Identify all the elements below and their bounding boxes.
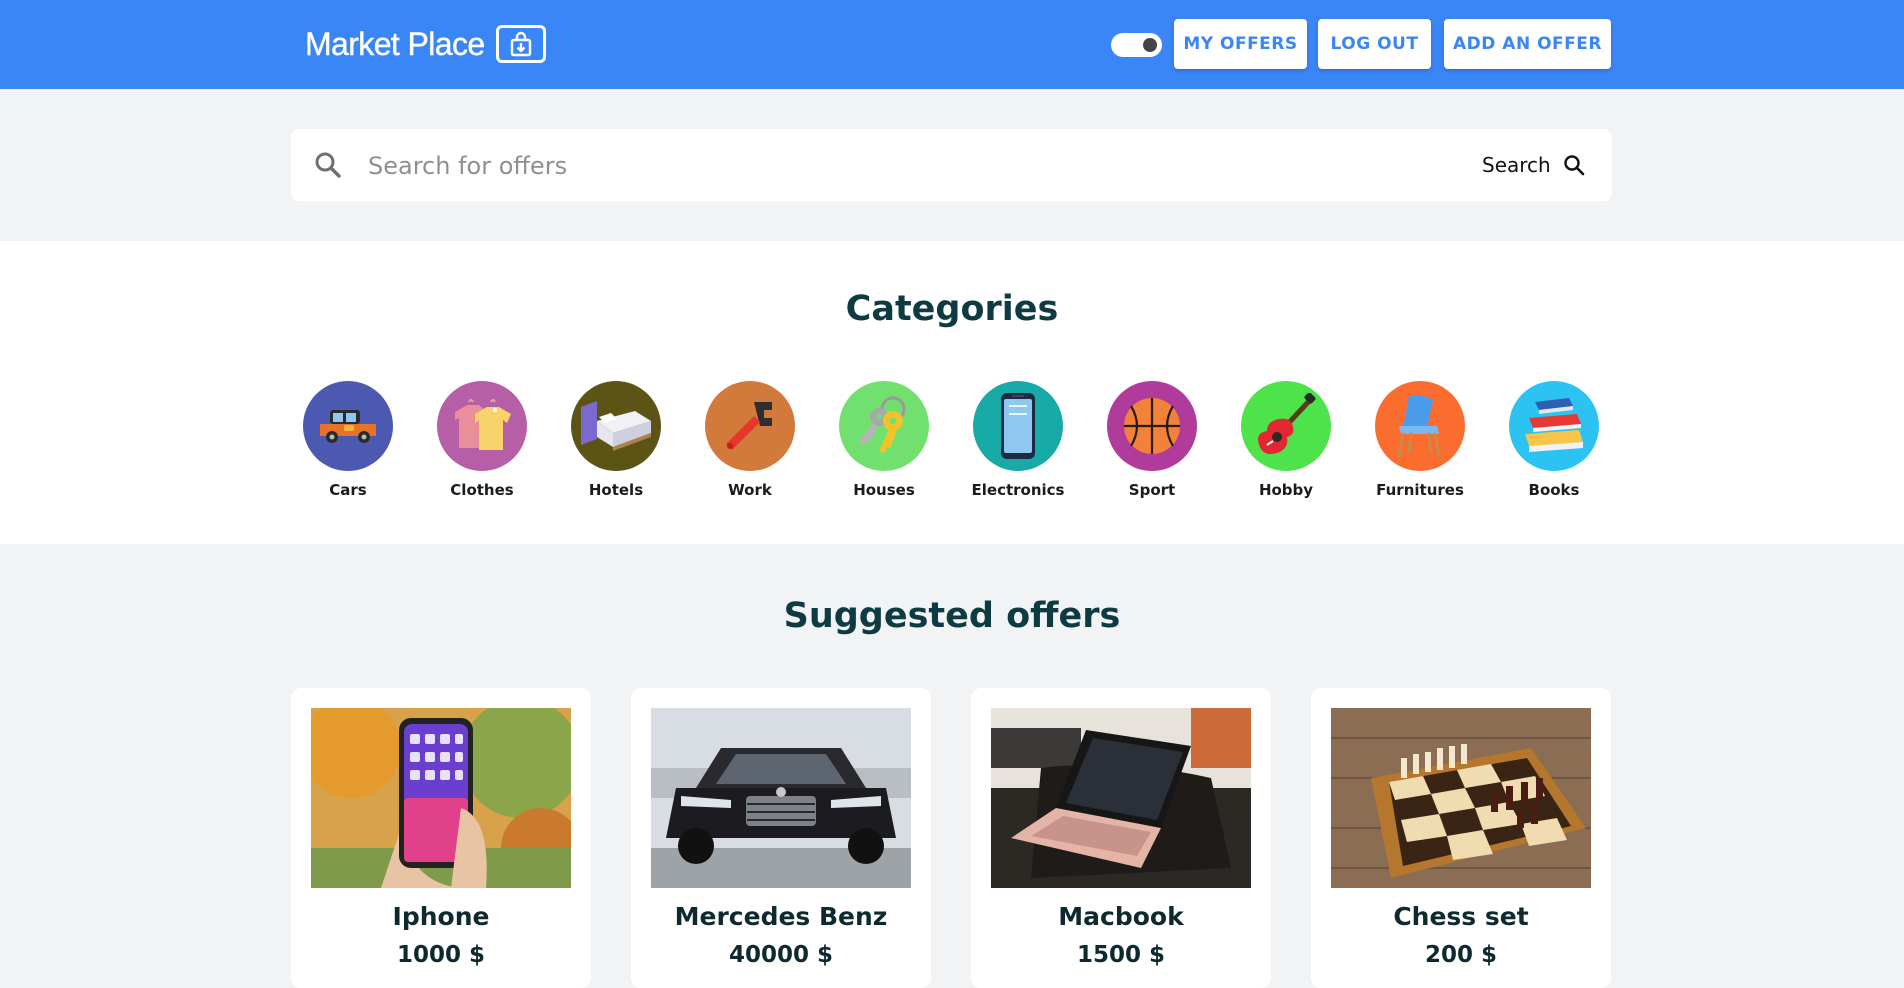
category-label: Work (728, 481, 772, 499)
offer-price: 40000 $ (728, 942, 834, 968)
category-label: Hotels (588, 481, 644, 499)
category-icon-circle (973, 381, 1063, 471)
search-button[interactable]: Search (1482, 147, 1585, 183)
category-label: Houses (853, 481, 915, 499)
logout-button[interactable]: LOG OUT (1318, 19, 1431, 69)
category-label: Electronics (971, 481, 1065, 499)
bed-icon (581, 401, 651, 451)
category-label: Clothes (450, 481, 514, 499)
shopping-bag-icon (495, 25, 546, 63)
brand-logo[interactable]: Market Place (305, 22, 546, 66)
categories-section: Categories Cars Clothes Hotels Work Hous… (0, 241, 1904, 544)
offer-title: Mercedes Benz (674, 902, 888, 931)
offer-price: 1500 $ (1076, 942, 1166, 968)
category-icon-circle (1509, 381, 1599, 471)
books-icon (1525, 398, 1583, 452)
category-icon-circle (705, 381, 795, 471)
category-icon-circle (839, 381, 929, 471)
search-bar: Search (291, 129, 1612, 201)
theme-toggle[interactable] (1111, 33, 1162, 57)
chess-set-photo (1331, 708, 1591, 888)
offer-price: 200 $ (1424, 942, 1498, 968)
category-label: Hobby (1258, 481, 1314, 499)
brand-name: Market Place (305, 25, 486, 62)
offer-title: Iphone (392, 902, 490, 931)
keys-icon (859, 396, 906, 453)
search-input[interactable] (366, 143, 1460, 189)
chair-icon (1397, 395, 1441, 458)
offer-card[interactable]: Chess set 200 $ (1311, 688, 1611, 988)
category-clothes[interactable]: Clothes (415, 381, 549, 499)
search-button-label: Search (1482, 153, 1551, 177)
my-offers-button[interactable]: MY OFFERS (1174, 19, 1307, 69)
toggle-knob (1143, 38, 1157, 52)
iphone-photo (311, 708, 571, 888)
offer-price: 1000 $ (396, 942, 486, 968)
category-sport[interactable]: Sport (1085, 381, 1219, 499)
categories-title: Categories (845, 289, 1059, 329)
offer-card[interactable]: Macbook 1500 $ (971, 688, 1271, 988)
category-books[interactable]: Books (1487, 381, 1621, 499)
basketball-icon (1124, 398, 1180, 454)
category-hotels[interactable]: Hotels (549, 381, 683, 499)
offer-title: Chess set (1393, 902, 1529, 931)
category-label: Sport (1128, 481, 1176, 499)
category-label: Cars (329, 481, 367, 499)
category-icon-circle (1107, 381, 1197, 471)
category-icon-circle (571, 381, 661, 471)
category-hobby[interactable]: Hobby (1219, 381, 1353, 499)
smartphone-icon (1001, 393, 1035, 459)
guitar-icon (1258, 393, 1316, 454)
search-icon (314, 151, 342, 183)
category-icon-circle (1241, 381, 1331, 471)
category-houses[interactable]: Houses (817, 381, 951, 499)
category-cars[interactable]: Cars (281, 381, 415, 499)
car-icon (320, 410, 376, 443)
clothes-icon (455, 399, 511, 450)
wrench-icon (726, 402, 772, 450)
category-icon-circle (437, 381, 527, 471)
category-icon-circle (303, 381, 393, 471)
add-offer-button[interactable]: ADD AN OFFER (1444, 19, 1611, 69)
mercedes-photo (651, 708, 911, 888)
category-electronics[interactable]: Electronics (951, 381, 1085, 499)
offer-card[interactable]: Iphone 1000 $ (291, 688, 591, 988)
category-icon-circle (1375, 381, 1465, 471)
category-label: Furnitures (1376, 481, 1464, 499)
macbook-photo (991, 708, 1251, 888)
search-icon (1563, 154, 1585, 176)
offer-card[interactable]: Mercedes Benz 40000 $ (631, 688, 931, 988)
top-navbar: Market Place MY OFFERS LOG OUT ADD AN OF… (0, 0, 1904, 89)
category-label: Books (1528, 481, 1580, 499)
category-furnitures[interactable]: Furnitures (1353, 381, 1487, 499)
offer-title: Macbook (1058, 902, 1184, 931)
offers-title: Suggested offers (783, 596, 1121, 636)
category-work[interactable]: Work (683, 381, 817, 499)
